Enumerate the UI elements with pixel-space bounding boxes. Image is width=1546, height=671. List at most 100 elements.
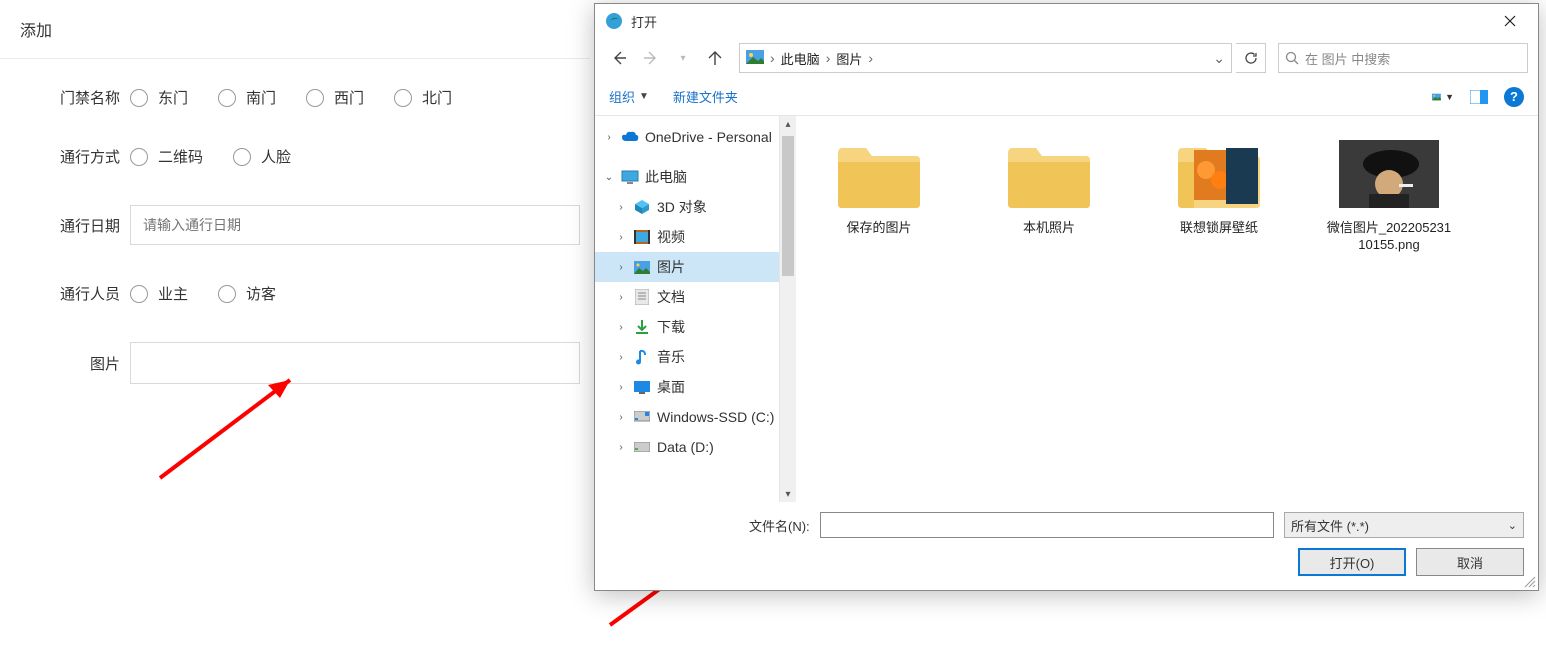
radio-icon [130,148,148,166]
nav-up-button[interactable] [701,44,729,72]
close-button[interactable] [1488,7,1532,35]
tree-scrollbar[interactable]: ▴ ▾ [780,116,796,502]
open-button[interactable]: 打开(O) [1298,548,1406,576]
chevron-right-icon: › [615,232,627,243]
chevron-down-icon: ▼ [639,91,649,102]
arrow-left-icon [611,50,627,66]
breadcrumb-this-pc[interactable]: 此电脑 [781,49,820,68]
radio-label: 二维码 [158,146,203,167]
chevron-right-icon: › [868,50,873,66]
tree-3d-objects[interactable]: ›3D 对象 [595,192,779,222]
radio-qrcode[interactable]: 二维码 [130,146,203,167]
chevron-right-icon: › [770,50,775,66]
desktop-icon [633,378,651,396]
search-placeholder: 在 图片 中搜索 [1305,49,1390,68]
row-date: 通行日期 [36,205,590,245]
row-person: 通行人员 业主 访客 [36,283,590,304]
tree-drive-d[interactable]: ›Data (D:) [595,432,779,462]
file-item-folder[interactable]: 联想锁屏壁纸 [1154,140,1284,237]
radio-south[interactable]: 南门 [218,87,276,108]
tree-this-pc[interactable]: ⌄ 此电脑 [595,162,779,192]
image-upload[interactable] [130,342,580,384]
tree-label: 视频 [657,227,685,247]
preview-pane-icon [1470,90,1488,104]
address-dropdown[interactable]: ⌄ [1213,50,1225,67]
address-bar[interactable]: › 此电脑 › 图片 › ⌄ [739,43,1232,73]
row-picture: 图片 [36,342,590,384]
radio-group-gate: 东门 南门 西门 北门 [130,87,452,108]
tree-music[interactable]: › 音乐 [595,342,779,372]
chevron-down-icon: ⌄ [603,172,615,183]
tree-downloads[interactable]: ›下载 [595,312,779,342]
new-folder-button[interactable]: 新建文件夹 [673,87,738,106]
chevron-right-icon: › [615,262,627,273]
document-icon [633,288,651,306]
file-item-folder[interactable]: 本机照片 [984,140,1114,237]
radio-label: 东门 [158,87,188,108]
radio-group-person: 业主 访客 [130,283,276,304]
tree-onedrive[interactable]: › OneDrive - Personal [595,122,779,152]
radio-icon [130,89,148,107]
help-icon: ? [1510,89,1518,104]
download-icon [633,318,651,336]
filetype-label: 所有文件 (*.*) [1291,516,1369,535]
tree-pictures[interactable]: › 图片 [595,252,779,282]
resize-grip-icon[interactable] [1522,574,1536,588]
toolbar-right: ▼ ? [1432,86,1524,108]
radio-east[interactable]: 东门 [130,87,188,108]
radio-visitor[interactable]: 访客 [218,283,276,304]
tree-label: Windows-SSD (C:) [657,409,774,425]
nav-forward-button[interactable] [637,44,665,72]
chevron-down-icon: ⌄ [1213,50,1225,66]
row-gate-name: 门禁名称 东门 南门 西门 北门 [36,87,590,108]
chevron-right-icon: › [615,442,627,453]
filetype-select[interactable]: 所有文件 (*.*) ⌄ [1284,512,1524,538]
tree-label: OneDrive - Personal [645,129,772,145]
cancel-button[interactable]: 取消 [1416,548,1524,576]
organize-button[interactable]: 组织 ▼ [609,87,649,106]
chevron-right-icon: › [615,412,627,423]
file-name: 联想锁屏壁纸 [1180,220,1258,237]
radio-icon [394,89,412,107]
chevron-right-icon: › [615,382,627,393]
radio-north[interactable]: 北门 [394,87,452,108]
tree-label: 图片 [657,257,685,277]
file-name: 保存的图片 [846,220,911,237]
chevron-right-icon: › [615,352,627,363]
organize-label: 组织 [609,87,635,106]
chevron-right-icon: › [826,50,831,66]
view-mode-button[interactable]: ▼ [1432,86,1454,108]
nav-back-button[interactable] [605,44,633,72]
filename-input[interactable] [820,512,1274,538]
new-folder-label: 新建文件夹 [673,87,738,106]
radio-label: 北门 [422,87,452,108]
preview-pane-button[interactable] [1468,86,1490,108]
help-button[interactable]: ? [1504,87,1524,107]
radio-icon [218,89,236,107]
radio-west[interactable]: 西门 [306,87,364,108]
tree-label: 音乐 [657,347,685,367]
label-picture: 图片 [36,353,120,374]
date-input[interactable] [130,205,580,245]
search-input[interactable]: 在 图片 中搜索 [1278,43,1528,73]
tree-desktop[interactable]: ›桌面 [595,372,779,402]
tree-drive-c[interactable]: › Windows-SSD (C:) [595,402,779,432]
file-item-folder[interactable]: 保存的图片 [814,140,944,237]
close-icon [1504,15,1516,27]
dialog-title: 打开 [631,12,1488,31]
dialog-body: › OneDrive - Personal ⌄ 此电脑 ›3D 对象 › 视频 ›… [595,116,1538,502]
breadcrumb-pictures[interactable]: 图片 [836,49,862,68]
filename-row: 文件名(N): 所有文件 (*.*) ⌄ [749,512,1524,538]
tree-documents[interactable]: ›文档 [595,282,779,312]
nav-recent-button[interactable]: ▾ [669,44,697,72]
tree-videos[interactable]: › 视频 [595,222,779,252]
radio-face[interactable]: 人脸 [233,146,291,167]
radio-owner[interactable]: 业主 [130,283,188,304]
dialog-toolbar: 组织 ▼ 新建文件夹 ▼ ? [595,78,1538,116]
file-name: 微信图片_20220523110155.png [1324,220,1454,254]
refresh-button[interactable] [1236,43,1266,73]
file-item-image[interactable]: 微信图片_20220523110155.png [1324,140,1454,254]
search-icon [1285,51,1299,65]
scrollbar-thumb[interactable] [782,136,794,276]
radio-label: 业主 [158,283,188,304]
